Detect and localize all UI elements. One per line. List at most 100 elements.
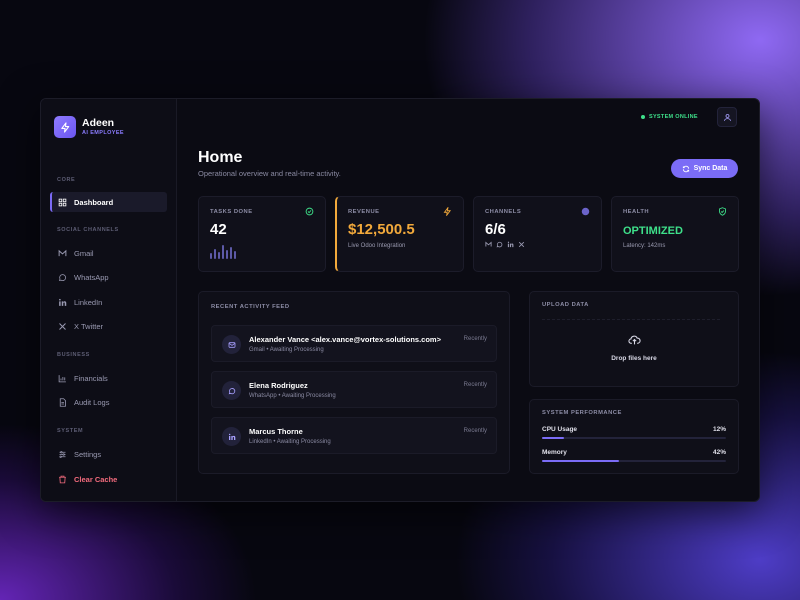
sidebar-item-audit-logs[interactable]: Audit Logs xyxy=(50,392,167,412)
section-core: CORE xyxy=(57,177,76,183)
metric-value: 42% xyxy=(712,449,726,456)
whatsapp-icon xyxy=(58,273,66,281)
sidebar-item-settings[interactable]: Settings xyxy=(50,444,167,464)
refresh-icon xyxy=(682,165,689,172)
memory-bar-fill xyxy=(542,460,620,462)
trash-icon xyxy=(59,475,66,483)
gmail-icon xyxy=(58,249,67,256)
sidebar-item-label: Dashboard xyxy=(74,197,114,207)
activity-time: Recently xyxy=(463,428,487,434)
upload-divider xyxy=(542,319,720,320)
activity-name: Elena Rodriguez xyxy=(249,381,308,390)
sidebar-item-label: X Twitter xyxy=(74,321,104,331)
stat-card-channels: CHANNELS 6/6 xyxy=(473,196,602,272)
brand-name: Adeen xyxy=(82,117,115,129)
activity-name: Marcus Thorne xyxy=(249,427,303,436)
sync-data-button[interactable]: Sync Data xyxy=(671,159,738,178)
sidebar-item-label: Gmail xyxy=(74,248,94,258)
sidebar-item-financials[interactable]: Financials xyxy=(50,368,167,388)
activity-item[interactable]: Alexander Vance <alex.vance@vortex-solut… xyxy=(211,325,497,362)
document-icon xyxy=(59,397,66,407)
performance-title: SYSTEM PERFORMANCE xyxy=(542,410,622,416)
sidebar-item-label: Audit Logs xyxy=(74,397,110,407)
stat-value: 42 xyxy=(210,221,227,238)
page-subtitle: Operational overview and real-time activ… xyxy=(198,169,341,178)
section-business: BUSINESS xyxy=(57,352,90,358)
sliders-icon xyxy=(59,450,66,458)
linkedin-icon xyxy=(507,241,514,248)
cloud-upload-icon xyxy=(627,335,641,345)
brand-tagline: AI EMPLOYEE xyxy=(82,129,124,136)
bolt-icon xyxy=(443,207,452,216)
sidebar-item-x-twitter[interactable]: X Twitter xyxy=(50,316,167,336)
brand-logo[interactable]: Adeen AI EMPLOYEE xyxy=(54,116,124,138)
linkedin-icon xyxy=(228,433,235,440)
sidebar-item-label: Settings xyxy=(74,449,102,459)
activity-time: Recently xyxy=(463,382,487,388)
activity-meta: LinkedIn • Awaiting Processing xyxy=(249,439,331,445)
activity-time: Recently xyxy=(463,336,487,342)
app-window: Adeen AI EMPLOYEE CORE Dashboard SOCIAL … xyxy=(40,98,760,502)
stat-card-tasks: TASKS DONE 42 xyxy=(198,196,326,272)
activity-meta: WhatsApp • Awaiting Processing xyxy=(249,393,336,399)
activity-item[interactable]: Elena Rodriguez WhatsApp • Awaiting Proc… xyxy=(211,371,497,408)
upload-title: UPLOAD DATA xyxy=(542,302,589,308)
section-system: SYSTEM xyxy=(57,428,84,434)
activity-avatar xyxy=(222,427,241,446)
sidebar-item-dashboard[interactable]: Dashboard xyxy=(50,192,167,212)
stat-label: HEALTH xyxy=(623,209,650,215)
cpu-bar xyxy=(542,437,726,439)
sidebar-item-linkedin[interactable]: LinkedIn xyxy=(50,292,167,312)
shield-icon xyxy=(719,207,726,216)
status-text: SYSTEM ONLINE xyxy=(649,114,698,120)
activity-feed-panel: RECENT ACTIVITY FEED Alexander Vance <al… xyxy=(198,291,510,474)
page-title: Home xyxy=(198,149,243,166)
channel-icons xyxy=(485,241,525,248)
user-icon xyxy=(723,113,731,121)
sidebar-item-label: Clear Cache xyxy=(74,474,118,484)
cpu-bar-fill xyxy=(542,437,565,439)
bolt-logo-icon xyxy=(54,116,76,138)
mail-icon xyxy=(228,341,235,348)
stat-note: Latency: 142ms xyxy=(623,243,666,249)
stat-label: TASKS DONE xyxy=(210,209,253,215)
sidebar-item-label: Financials xyxy=(74,373,108,383)
memory-metric: Memory 42% xyxy=(542,449,726,462)
check-circle-icon xyxy=(305,207,314,216)
activity-avatar xyxy=(222,335,241,354)
linkedin-icon xyxy=(59,298,67,306)
stat-value: $12,500.5 xyxy=(348,221,415,238)
stat-label: CHANNELS xyxy=(485,209,522,215)
x-icon xyxy=(59,322,66,330)
sidebar-item-label: WhatsApp xyxy=(74,272,109,282)
file-dropzone[interactable]: Drop files here xyxy=(530,332,738,362)
sync-label: Sync Data xyxy=(693,165,728,172)
stat-label: REVENUE xyxy=(348,209,380,215)
online-dot-icon xyxy=(641,115,645,119)
stat-note: Live Odoo Integration xyxy=(348,243,406,249)
metric-label: Memory xyxy=(542,449,567,456)
tasks-sparkline xyxy=(210,243,236,259)
sidebar-item-clear-cache[interactable]: Clear Cache xyxy=(50,469,167,489)
grid-icon xyxy=(58,198,67,206)
stat-value: OPTIMIZED xyxy=(623,225,683,237)
status-badge: SYSTEM ONLINE xyxy=(641,111,698,123)
sidebar-item-whatsapp[interactable]: WhatsApp xyxy=(50,267,167,287)
sidebar-item-gmail[interactable]: Gmail xyxy=(50,243,167,263)
sidebar-item-label: LinkedIn xyxy=(74,297,103,307)
user-menu-button[interactable] xyxy=(717,107,737,127)
stat-value: 6/6 xyxy=(485,221,506,238)
globe-icon xyxy=(581,207,590,216)
stat-card-revenue: REVENUE $12,500.5 Live Odoo Integration xyxy=(335,196,464,272)
activity-item[interactable]: Marcus Thorne LinkedIn • Awaiting Proces… xyxy=(211,417,497,454)
cpu-metric: CPU Usage 12% xyxy=(542,426,726,439)
activity-feed-title: RECENT ACTIVITY FEED xyxy=(211,304,290,310)
sidebar: Adeen AI EMPLOYEE CORE Dashboard SOCIAL … xyxy=(41,99,177,501)
metric-label: CPU Usage xyxy=(542,426,578,433)
stat-card-health: HEALTH OPTIMIZED Latency: 142ms xyxy=(611,196,739,272)
metric-value: 12% xyxy=(712,426,726,433)
performance-panel: SYSTEM PERFORMANCE CPU Usage 12% Memory … xyxy=(529,399,739,474)
activity-avatar xyxy=(222,381,241,400)
whatsapp-icon xyxy=(228,387,235,394)
bar-chart-icon xyxy=(58,374,66,382)
